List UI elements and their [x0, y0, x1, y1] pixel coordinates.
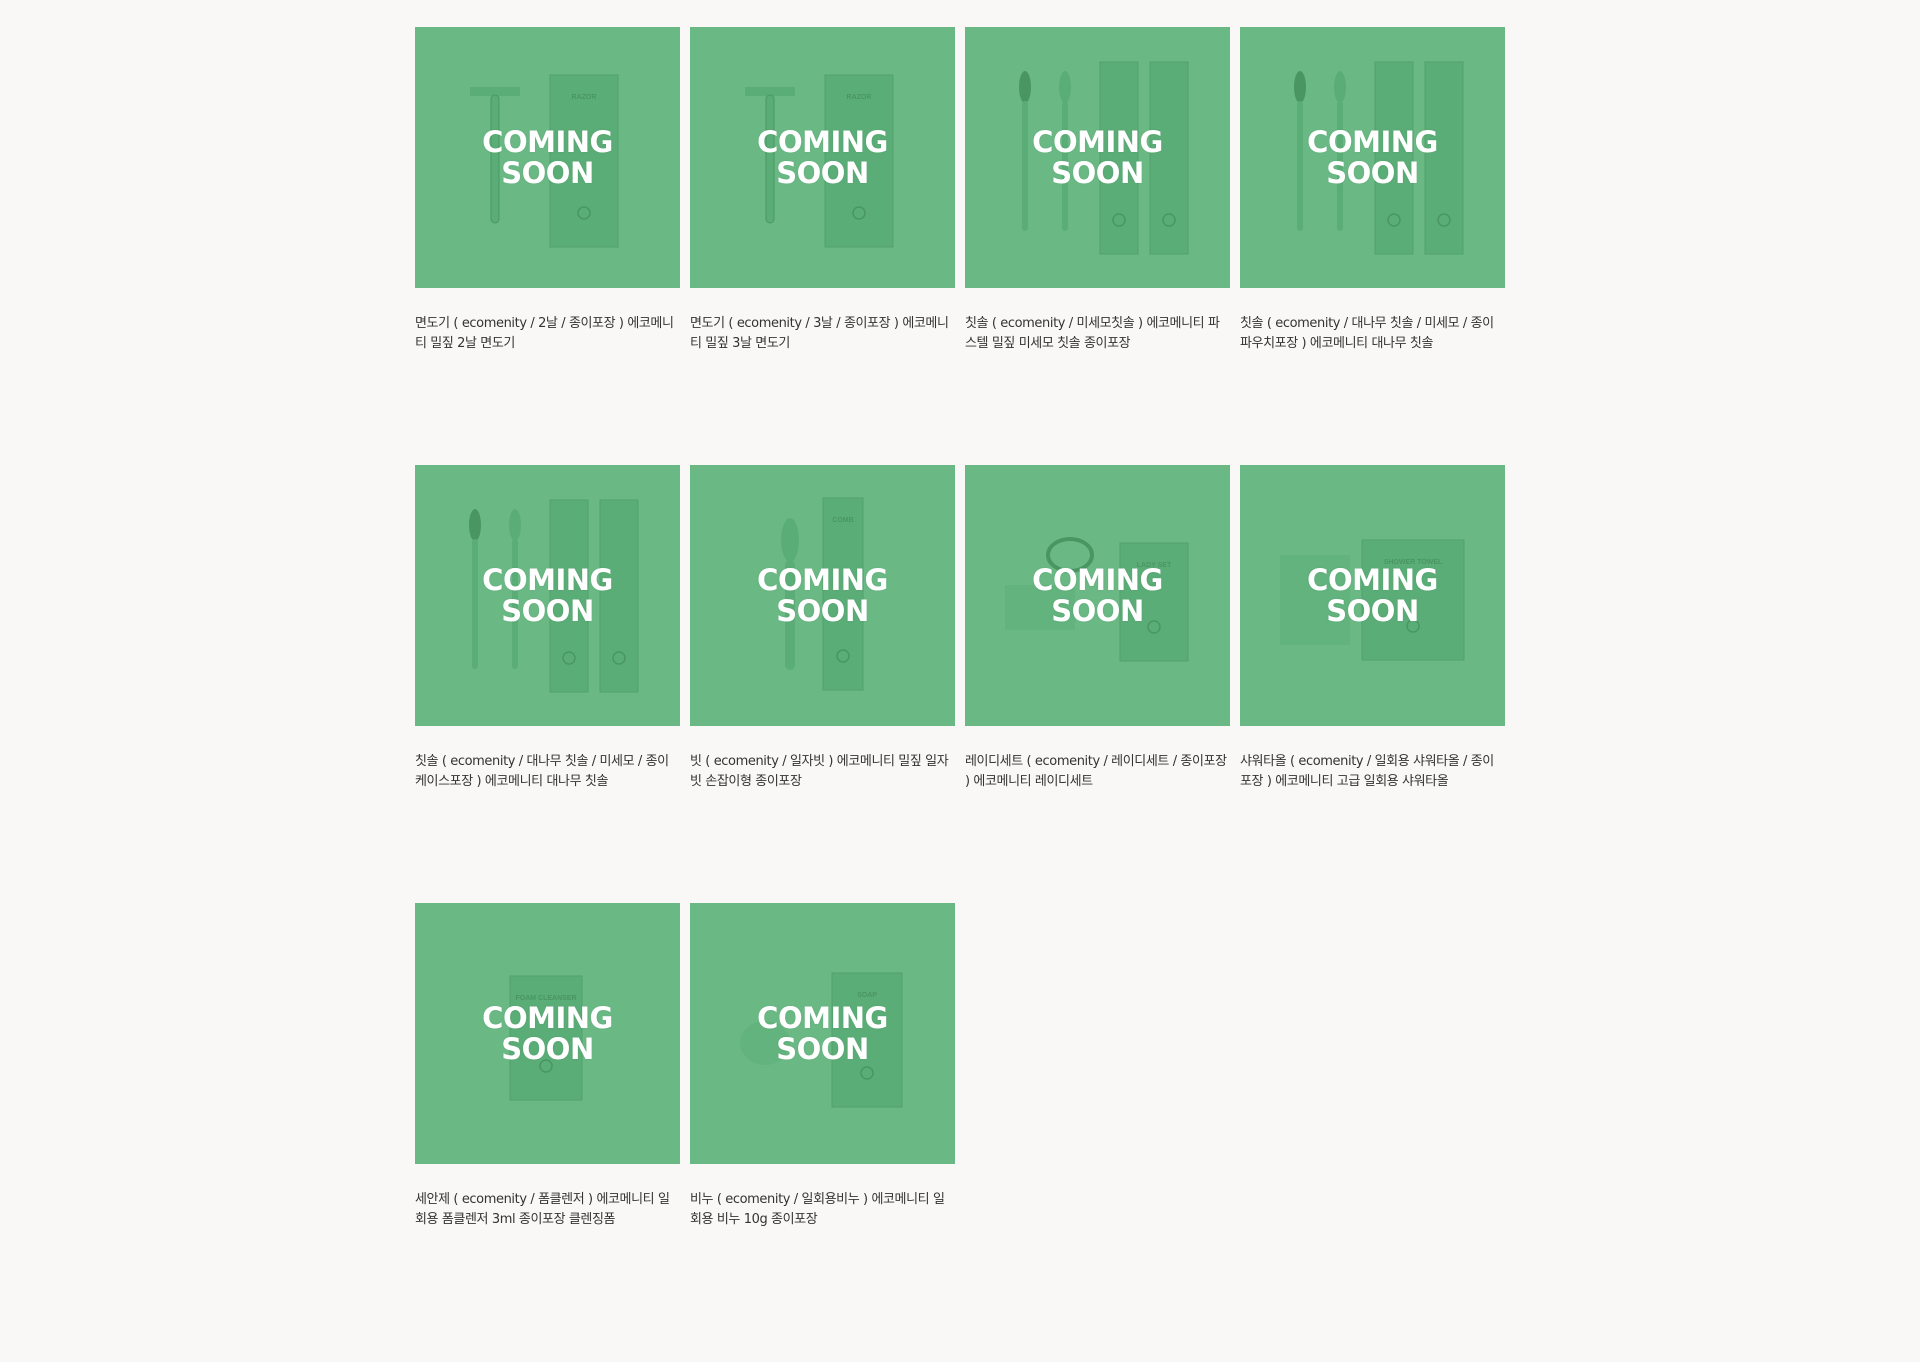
product-title[interactable]: 레이디세트 ( ecomenity / 레이디세트 / 종이포장 ) 에코메니티…	[965, 752, 1227, 792]
coming-soon-line1: COMING	[1307, 124, 1438, 159]
coming-soon-line2: SOON	[776, 155, 869, 190]
coming-soon-line1: COMING	[1032, 124, 1163, 159]
coming-soon-line2: SOON	[1326, 593, 1419, 628]
coming-soon-line2: SOON	[1051, 593, 1144, 628]
product-title[interactable]: 빗 ( ecomenity / 일자빗 ) 에코메니티 밀짚 일자빗 손잡이형 …	[690, 752, 952, 792]
coming-soon-badge: COMING SOON	[690, 124, 955, 190]
coming-soon-line1: COMING	[482, 562, 613, 597]
coming-soon-badge: COMING SOON	[1240, 124, 1505, 190]
product-thumbnail[interactable]: COMING SOON	[415, 465, 680, 726]
svg-text:RAZOR: RAZOR	[572, 94, 597, 101]
coming-soon-badge: COMING SOON	[415, 1000, 680, 1066]
product-thumbnail[interactable]: RAZOR COMING SOON	[415, 27, 680, 288]
coming-soon-line2: SOON	[1051, 155, 1144, 190]
coming-soon-line2: SOON	[776, 593, 869, 628]
product-card-6[interactable]: COMB COMING SOON 빗 ( ecomenity / 일자빗 ) 에…	[690, 465, 955, 858]
coming-soon-line2: SOON	[501, 155, 594, 190]
product-thumbnail[interactable]: SHOWER TOWEL COMING SOON	[1240, 465, 1505, 726]
product-title[interactable]: 샤워타올 ( ecomenity / 일회용 샤워타올 / 종이포장 ) 에코메…	[1240, 752, 1502, 792]
product-title[interactable]: 칫솔 ( ecomenity / 미세모칫솔 ) 에코메니티 파스텔 밀짚 미세…	[965, 314, 1227, 354]
product-thumbnail[interactable]: LADY SET COMING SOON	[965, 465, 1230, 726]
coming-soon-badge: COMING SOON	[690, 562, 955, 628]
svg-text:SOAP: SOAP	[857, 992, 877, 999]
product-title[interactable]: 면도기 ( ecomenity / 2날 / 종이포장 ) 에코메니티 밀짚 2…	[415, 314, 677, 354]
product-title[interactable]: 면도기 ( ecomenity / 3날 / 종이포장 ) 에코메니티 밀짚 3…	[690, 314, 952, 354]
product-thumbnail[interactable]: SOAP COMING SOON	[690, 903, 955, 1164]
coming-soon-line1: COMING	[757, 1000, 888, 1035]
product-title[interactable]: 칫솔 ( ecomenity / 대나무 칫솔 / 미세모 / 종이파우치포장 …	[1240, 314, 1502, 354]
product-grid: RAZOR COMING SOON 면도기 ( ecomenity / 2날 /…	[415, 27, 1507, 1296]
product-card-7[interactable]: LADY SET COMING SOON 레이디세트 ( ecomenity /…	[965, 465, 1230, 858]
svg-text:RAZOR: RAZOR	[847, 94, 872, 101]
coming-soon-line1: COMING	[482, 1000, 613, 1035]
product-card-2[interactable]: RAZOR COMING SOON 면도기 ( ecomenity / 3날 /…	[690, 27, 955, 420]
product-thumbnail[interactable]: COMING SOON	[1240, 27, 1505, 288]
coming-soon-line1: COMING	[1032, 562, 1163, 597]
coming-soon-badge: COMING SOON	[1240, 562, 1505, 628]
coming-soon-badge: COMING SOON	[965, 562, 1230, 628]
coming-soon-line1: COMING	[1307, 562, 1438, 597]
coming-soon-badge: COMING SOON	[965, 124, 1230, 190]
product-card-1[interactable]: RAZOR COMING SOON 면도기 ( ecomenity / 2날 /…	[415, 27, 680, 420]
coming-soon-line2: SOON	[501, 1031, 594, 1066]
coming-soon-badge: COMING SOON	[415, 562, 680, 628]
product-thumbnail[interactable]: RAZOR COMING SOON	[690, 27, 955, 288]
product-title[interactable]: 세안제 ( ecomenity / 폼클렌저 ) 에코메니티 일회용 폼클렌저 …	[415, 1190, 677, 1230]
product-card-4[interactable]: COMING SOON 칫솔 ( ecomenity / 대나무 칫솔 / 미세…	[1240, 27, 1505, 420]
product-card-9[interactable]: FOAM CLEANSER COMING SOON 세안제 ( ecomenit…	[415, 903, 680, 1296]
coming-soon-line1: COMING	[482, 124, 613, 159]
svg-text:COMB: COMB	[832, 517, 853, 524]
product-card-10[interactable]: SOAP COMING SOON 비누 ( ecomenity / 일회용비누 …	[690, 903, 955, 1296]
product-title[interactable]: 칫솔 ( ecomenity / 대나무 칫솔 / 미세모 / 종이케이스포장 …	[415, 752, 677, 792]
product-thumbnail[interactable]: FOAM CLEANSER COMING SOON	[415, 903, 680, 1164]
product-title[interactable]: 비누 ( ecomenity / 일회용비누 ) 에코메니티 일회용 비누 10…	[690, 1190, 952, 1230]
coming-soon-line1: COMING	[757, 124, 888, 159]
product-thumbnail[interactable]: COMB COMING SOON	[690, 465, 955, 726]
coming-soon-line2: SOON	[776, 1031, 869, 1066]
product-card-8[interactable]: SHOWER TOWEL COMING SOON 샤워타올 ( ecomenit…	[1240, 465, 1505, 858]
coming-soon-line1: COMING	[757, 562, 888, 597]
coming-soon-badge: COMING SOON	[415, 124, 680, 190]
product-card-3[interactable]: COMING SOON 칫솔 ( ecomenity / 미세모칫솔 ) 에코메…	[965, 27, 1230, 420]
product-thumbnail[interactable]: COMING SOON	[965, 27, 1230, 288]
coming-soon-line2: SOON	[1326, 155, 1419, 190]
product-card-5[interactable]: COMING SOON 칫솔 ( ecomenity / 대나무 칫솔 / 미세…	[415, 465, 680, 858]
coming-soon-badge: COMING SOON	[690, 1000, 955, 1066]
coming-soon-line2: SOON	[501, 593, 594, 628]
